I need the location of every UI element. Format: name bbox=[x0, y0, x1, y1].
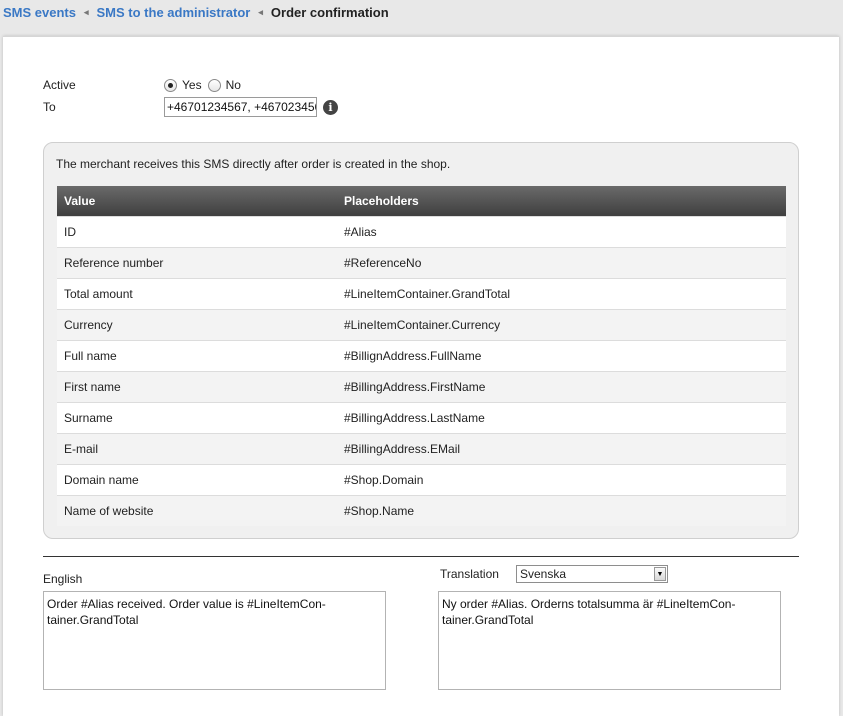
translation-message-textarea[interactable]: Ny order #Alias. Orderns totalsumma är #… bbox=[438, 591, 781, 690]
row-placeholder: #LineItemContainer.Currency bbox=[337, 308, 786, 340]
active-label: Active bbox=[43, 78, 76, 92]
row-placeholder: #ReferenceNo bbox=[337, 246, 786, 278]
table-header-row: Value Placeholders bbox=[57, 186, 786, 216]
active-yes-label[interactable]: Yes bbox=[182, 78, 202, 92]
active-row: Active Yes No bbox=[43, 78, 247, 92]
to-input[interactable]: +46701234567, +46702345678 bbox=[164, 97, 317, 117]
row-placeholder: #LineItemContainer.GrandTotal bbox=[337, 277, 786, 309]
table-row: Domain name #Shop.Domain bbox=[57, 463, 786, 495]
row-value: Reference number bbox=[57, 246, 337, 278]
row-value: Currency bbox=[57, 308, 337, 340]
translation-label: Translation bbox=[440, 567, 499, 581]
row-placeholder: #BillingAddress.LastName bbox=[337, 401, 786, 433]
to-row: To +46701234567, +46702345678 i bbox=[43, 97, 338, 117]
placeholder-info-box: The merchant receives this SMS directly … bbox=[43, 142, 799, 539]
row-placeholder: #BillignAddress.FullName bbox=[337, 339, 786, 371]
info-icon[interactable]: i bbox=[323, 99, 338, 115]
english-label: English bbox=[43, 572, 83, 586]
breadcrumb: SMS events ◂ SMS to the administrator ◂ … bbox=[0, 0, 843, 24]
row-value: E-mail bbox=[57, 432, 337, 464]
row-value: Domain name bbox=[57, 463, 337, 495]
breadcrumb-separator-icon: ◂ bbox=[258, 6, 263, 17]
chevron-down-icon[interactable]: ▼ bbox=[654, 567, 666, 581]
info-description: The merchant receives this SMS directly … bbox=[56, 157, 451, 171]
table-row: Full name #BillignAddress.FullName bbox=[57, 339, 786, 371]
table-row: Total amount #LineItemContainer.GrandTota… bbox=[57, 277, 786, 309]
active-no-label[interactable]: No bbox=[226, 78, 241, 92]
header-placeholders: Placeholders bbox=[337, 186, 786, 216]
translation-language-value: Svenska bbox=[520, 567, 567, 581]
header-value: Value bbox=[57, 186, 337, 216]
row-value: Surname bbox=[57, 401, 337, 433]
placeholder-table: Value Placeholders ID #Alias Reference nu… bbox=[57, 186, 786, 526]
row-value: Full name bbox=[57, 339, 337, 371]
table-row: E-mail #BillingAddress.EMail bbox=[57, 432, 786, 464]
active-yes-radio[interactable] bbox=[164, 78, 177, 92]
breadcrumb-separator-icon: ◂ bbox=[83, 6, 89, 17]
table-row: ID #Alias bbox=[57, 215, 786, 247]
row-value: ID bbox=[57, 215, 337, 247]
english-message-textarea[interactable]: Order #Alias received. Order value is #L… bbox=[43, 591, 386, 690]
table-row: Reference number #ReferenceNo bbox=[57, 246, 786, 278]
section-divider bbox=[43, 556, 799, 557]
table-row: Name of website #Shop.Name bbox=[57, 494, 786, 526]
active-no-radio[interactable] bbox=[207, 78, 221, 92]
table-row: Surname #BillingAddress.LastName bbox=[57, 401, 786, 433]
row-placeholder: #Shop.Name bbox=[337, 494, 786, 526]
table-row: First name #BillingAddress.FirstName bbox=[57, 370, 786, 402]
to-label: To bbox=[43, 100, 56, 114]
row-placeholder: #BillingAddress.FirstName bbox=[337, 370, 786, 402]
translation-language-select[interactable]: Svenska ▼ bbox=[516, 565, 668, 583]
table-row: Currency #LineItemContainer.Currency bbox=[57, 308, 786, 340]
breadcrumb-sms-events[interactable]: SMS events bbox=[3, 5, 76, 20]
main-panel: Active Yes No To +46701234567, +46702345… bbox=[3, 36, 839, 716]
breadcrumb-sms-to-admin[interactable]: SMS to the administrator bbox=[97, 5, 251, 20]
row-placeholder: #Shop.Domain bbox=[337, 463, 786, 495]
row-value: Total amount bbox=[57, 277, 337, 309]
row-value: First name bbox=[57, 370, 337, 402]
row-placeholder: #BillingAddress.EMail bbox=[337, 432, 786, 464]
row-placeholder: #Alias bbox=[337, 215, 786, 247]
page-title: Order confirmation bbox=[270, 4, 389, 20]
row-value: Name of website bbox=[57, 494, 337, 526]
